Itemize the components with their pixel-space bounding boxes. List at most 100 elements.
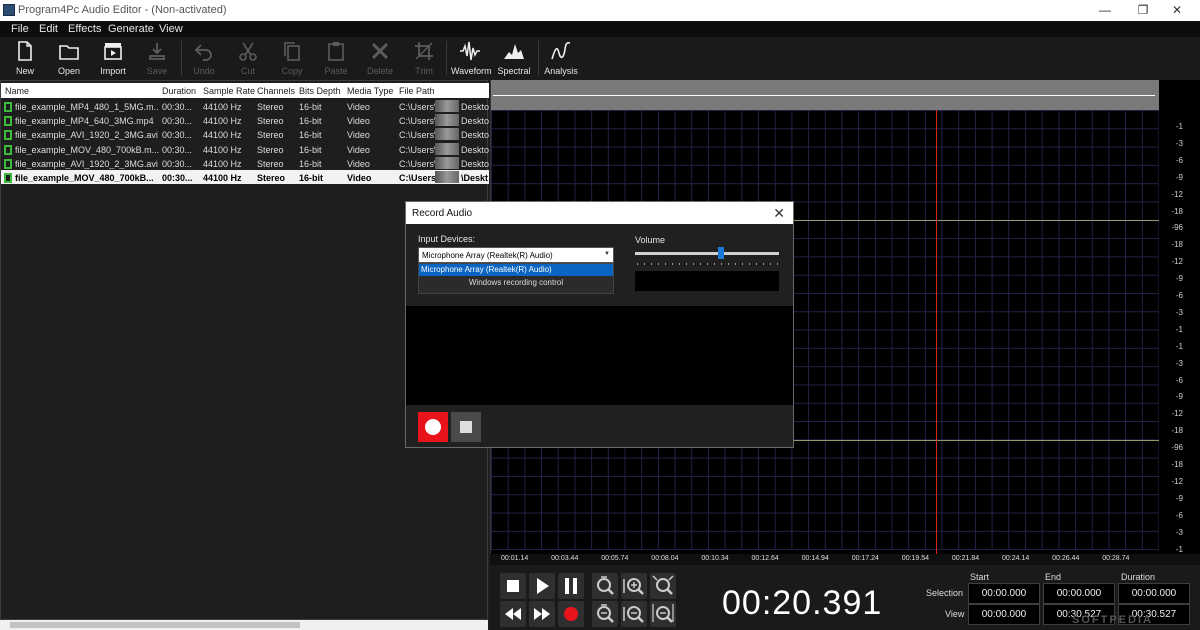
file-cell-path-b: Deskto (461, 116, 489, 127)
time-tick-label: 00:05.74 (601, 555, 629, 562)
delete-button[interactable]: Delete (363, 40, 397, 78)
device-option-windows-recording[interactable]: Windows recording control (419, 278, 613, 290)
dialog-record-button[interactable] (418, 412, 448, 442)
db-tick-label: -1 (1175, 122, 1183, 131)
window-title: Program4Pc Audio Editor - (Non-activated… (18, 4, 227, 16)
time-tick-label: 00:28.74 (1102, 555, 1130, 562)
open-button[interactable]: Open (52, 40, 86, 78)
column-header-channels[interactable]: Channels (257, 86, 295, 96)
zoom-to-selection-button[interactable] (592, 573, 618, 599)
selected-device: Microphone Array (Realtek(R) Audio) (422, 251, 553, 260)
column-header-name[interactable]: Name (5, 86, 29, 96)
column-header-media-type[interactable]: Media Type (347, 86, 393, 96)
file-cell-name: file_example_MP4_480_1_5MG.m... (15, 102, 159, 112)
volume-slider-thumb[interactable] (718, 247, 725, 259)
column-header-bits-depth[interactable]: Bits Depth (299, 86, 341, 96)
file-cell-rate: 44100 Hz (203, 158, 242, 169)
dialog-close-button[interactable]: ✕ (773, 205, 785, 222)
menu-view[interactable]: View (159, 23, 183, 35)
input-device-select[interactable]: Microphone Array (Realtek(R) Audio) ▼ (418, 247, 614, 263)
file-row[interactable]: file_example_AVI_1920_2_3MG.avi 00:30... 4… (1, 156, 489, 170)
menu-file[interactable]: File (11, 23, 29, 35)
stop-button[interactable] (500, 573, 526, 599)
fast-forward-button[interactable] (529, 601, 555, 627)
time-tick-label: 00:12.64 (751, 555, 779, 562)
zoom-out-selection-button[interactable] (592, 601, 618, 627)
import-button[interactable]: Import (96, 40, 130, 78)
file-cell-name: file_example_MP4_640_3MG.mp4 (15, 116, 154, 127)
rewind-button[interactable] (500, 601, 526, 627)
file-row[interactable]: file_example_MOV_480_700kB... 00:30... 441… (1, 170, 489, 184)
redacted-username (435, 156, 459, 169)
selection-duration-field[interactable]: 00:00.000 (1118, 583, 1190, 604)
db-tick-label: -6 (1175, 375, 1183, 385)
file-cell-bits: 16-bit (299, 158, 322, 169)
rewind-icon (505, 608, 521, 620)
record-button[interactable] (558, 601, 584, 627)
stop-icon (460, 421, 472, 433)
selection-end-field[interactable]: 00:00.000 (1043, 583, 1115, 604)
dialog-stop-button[interactable] (451, 412, 481, 442)
playback-cursor[interactable] (936, 110, 937, 554)
zoom-reset-button[interactable] (650, 601, 676, 627)
undo-button[interactable]: Undo (187, 40, 221, 78)
save-button[interactable]: Save (140, 40, 174, 78)
file-row[interactable]: file_example_MP4_480_1_5MG.m... 00:30... 4… (1, 99, 489, 113)
device-option-microphone[interactable]: Microphone Array (Realtek(R) Audio) (419, 264, 613, 276)
import-label: Import (100, 66, 126, 76)
file-cell-path-a: C:\Users\ (399, 116, 435, 127)
toolbar: New Open Import Save Undo Cut Copy Paste… (0, 37, 1200, 80)
file-row[interactable]: file_example_MOV_480_700kB.m... 00:30... 4… (1, 142, 489, 156)
spectral-button[interactable]: Spectral (496, 40, 532, 78)
menu-effects[interactable]: Effects (68, 23, 101, 35)
db-tick-label: -1 (1175, 544, 1183, 554)
scrollbar-thumb[interactable] (10, 622, 300, 628)
file-cell-rate: 44100 Hz (203, 116, 242, 127)
zoom-out-button[interactable] (621, 601, 647, 627)
app-icon (3, 4, 15, 16)
trim-button[interactable]: Trim (407, 40, 441, 78)
app-window: Program4Pc Audio Editor - (Non-activated… (0, 0, 1200, 630)
file-cell-rate: 44100 Hz (203, 130, 242, 141)
file-cell-rate: 44100 Hz (203, 173, 242, 183)
menu-edit[interactable]: Edit (39, 23, 58, 35)
close-window-button[interactable]: ✕ (1154, 2, 1200, 19)
file-cell-path-a: C:\Users (399, 173, 435, 183)
waveform-overview[interactable] (491, 80, 1159, 110)
menu-generate[interactable]: Generate (108, 23, 154, 35)
zoom-fit-button[interactable] (650, 573, 676, 599)
db-tick-label: -9 (1175, 392, 1183, 402)
dialog-title: Record Audio (412, 208, 473, 219)
volume-slider[interactable] (635, 247, 779, 259)
file-cell-media: Video (347, 144, 370, 155)
db-tick-label: -12 (1171, 476, 1183, 486)
copy-button[interactable]: Copy (275, 40, 309, 78)
file-cell-name: file_example_AVI_1920_2_3MG.avi (15, 130, 158, 141)
file-cell-channels: Stereo (257, 158, 284, 169)
waveform-label: Waveform (451, 66, 492, 76)
zoom-out-icon (623, 606, 644, 623)
analysis-button[interactable]: Analysis (543, 40, 579, 78)
zoom-in-button[interactable] (621, 573, 647, 599)
file-row[interactable]: file_example_AVI_1920_2_3MG.avi 00:30... 4… (1, 127, 489, 141)
column-header-sample-rate[interactable]: Sample Rate (203, 86, 255, 96)
paste-button[interactable]: Paste (319, 40, 353, 78)
cut-button[interactable]: Cut (231, 40, 265, 78)
play-button[interactable] (529, 573, 555, 599)
waveform-button[interactable]: Waveform (451, 40, 492, 78)
column-header-file-path[interactable]: File Path (399, 86, 435, 96)
file-cell-path-a: C:\Users\ (399, 102, 435, 112)
db-tick-label: -18 (1171, 206, 1183, 216)
column-header-duration[interactable]: Duration (162, 86, 196, 96)
pause-button[interactable] (558, 573, 584, 599)
file-cell-media: Video (347, 116, 370, 127)
selection-start-field[interactable]: 00:00.000 (968, 583, 1040, 604)
view-start-field[interactable]: 00:00.000 (968, 604, 1040, 625)
file-cell-path-a: C:\Users\ (399, 130, 435, 141)
new-button[interactable]: New (8, 40, 42, 78)
db-tick-label: -1 (1175, 341, 1183, 351)
file-list-scrollbar[interactable] (0, 620, 488, 630)
file-row[interactable]: file_example_MP4_640_3MG.mp4 00:30... 4410… (1, 113, 489, 127)
db-tick-label: -9 (1175, 274, 1183, 284)
file-cell-path-b: Deskto (461, 130, 489, 141)
